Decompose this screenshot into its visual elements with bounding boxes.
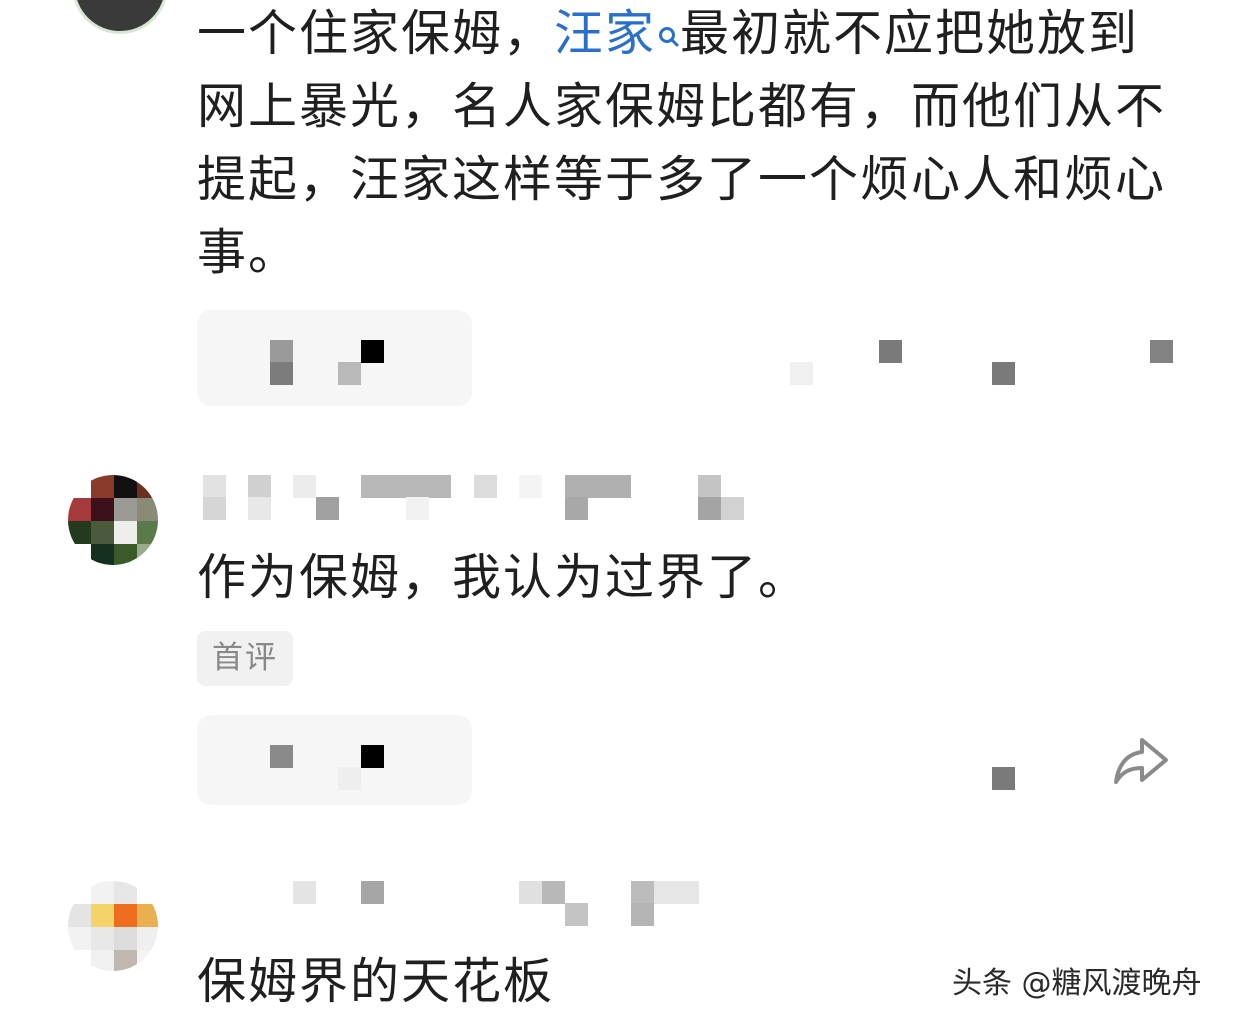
obscured-block <box>361 340 384 363</box>
obscured-block <box>361 745 384 768</box>
obscured-username <box>698 497 721 520</box>
obscured-username <box>565 475 631 498</box>
obscured-username <box>519 881 542 904</box>
reply-pill[interactable] <box>197 310 472 406</box>
comment-text: 作为保姆，我认为过界了。 <box>197 549 810 606</box>
obscured-username <box>519 475 542 498</box>
comment-text-part: 一个住家保姆， <box>197 5 555 62</box>
obscured-block <box>338 767 361 790</box>
obscured-block <box>270 362 293 385</box>
obscured-username <box>293 881 316 904</box>
obscured-username <box>248 497 271 520</box>
avatar[interactable] <box>68 475 158 565</box>
obscured-username <box>654 881 699 904</box>
obscured-block <box>270 745 293 768</box>
obscured-username <box>406 497 429 520</box>
obscured-username <box>565 903 588 926</box>
obscured-username <box>631 903 654 926</box>
keyword-link-text[interactable]: 汪家 <box>554 5 656 62</box>
obscured-block <box>790 362 813 385</box>
obscured-block <box>270 340 293 363</box>
obscured-username <box>248 475 271 498</box>
obscured-username <box>316 497 339 520</box>
obscured-username <box>361 475 451 498</box>
obscured-username <box>203 497 226 520</box>
obscured-username <box>698 475 721 498</box>
obscured-username <box>361 881 384 904</box>
obscured-block <box>992 362 1015 385</box>
avatar[interactable] <box>72 0 168 34</box>
obscured-block <box>338 362 361 385</box>
obscured-username <box>721 497 744 520</box>
obscured-username <box>565 497 588 520</box>
obscured-block <box>1150 340 1173 363</box>
obscured-block <box>992 767 1015 790</box>
reply-pill[interactable] <box>197 715 472 805</box>
obscured-username <box>542 881 565 904</box>
keyword-link[interactable]: 汪家 <box>554 5 680 62</box>
search-icon[interactable] <box>658 3 680 47</box>
comment-text: 一个住家保姆，汪家 最初就不应把她放到网上暴光，名人家保姆比都有，而他们从不提起，… <box>197 0 1187 289</box>
obscured-username <box>203 475 226 498</box>
watermark: 头条 @糖风渡晚舟 <box>952 966 1202 1001</box>
obscured-block <box>879 340 902 363</box>
obscured-username <box>293 475 316 498</box>
share-icon[interactable] <box>1112 734 1172 788</box>
obscured-username <box>474 475 497 498</box>
avatar[interactable] <box>68 881 158 971</box>
obscured-username <box>631 881 654 904</box>
first-comment-badge: 首评 <box>197 631 293 686</box>
